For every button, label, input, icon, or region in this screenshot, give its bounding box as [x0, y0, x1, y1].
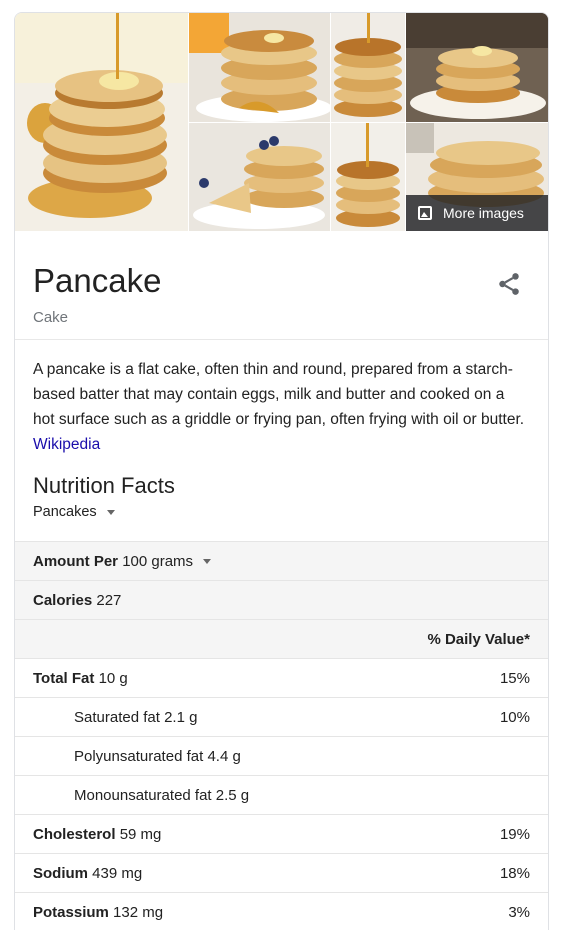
- nutrient-value: 59 mg: [119, 825, 162, 843]
- nutrient-label: Sodium: [33, 864, 88, 882]
- entity-header: Pancake Cake: [15, 231, 548, 340]
- nutrient-value: 2.1 g: [164, 708, 198, 726]
- nutrient-label: Saturated fat: [74, 708, 160, 726]
- pancake-image-5[interactable]: [189, 123, 330, 231]
- caret-down-icon: [203, 558, 212, 564]
- nutrient-label: Monounsaturated fat: [74, 786, 212, 804]
- nutrient-row-monounsaturated-fat: Monounsaturated fat 2.5 g: [15, 775, 548, 814]
- nutrient-value: 2.5 g: [215, 786, 250, 804]
- food-select-value: Pancakes: [33, 504, 97, 520]
- nutrient-daily-value: 10%: [499, 708, 530, 726]
- nutrition-title: Nutrition Facts: [33, 473, 175, 498]
- pancake-image-3[interactable]: [331, 13, 405, 122]
- nutrient-row-sodium: Sodium 439 mg 18%: [15, 853, 548, 892]
- description-text: A pancake is a flat cake, often thin and…: [33, 361, 525, 428]
- more-images-button[interactable]: More images: [406, 195, 548, 231]
- nutrient-value: 132 mg: [113, 903, 164, 921]
- amount-label: Amount Per: [33, 552, 119, 570]
- image-icon: [418, 206, 432, 220]
- nutrient-label: Potassium: [33, 903, 109, 921]
- daily-value-header: % Daily Value*: [427, 630, 530, 648]
- nutrition-table: Amount Per 100 grams Calories 227 % Dail…: [15, 541, 548, 930]
- share-icon[interactable]: [496, 271, 522, 297]
- nutrient-daily-value: 19%: [499, 825, 530, 843]
- nutrient-label: Polyunsaturated fat: [74, 747, 204, 765]
- image-collage: More images: [15, 13, 548, 231]
- food-select-dropdown[interactable]: Pancakes: [33, 503, 115, 521]
- nutrient-value: 4.4 g: [207, 747, 241, 765]
- wikipedia-link[interactable]: Wikipedia: [33, 436, 100, 453]
- calories-label: Calories: [33, 591, 93, 609]
- entity-description: A pancake is a flat cake, often thin and…: [15, 340, 548, 453]
- nutrient-value: 10 g: [98, 669, 128, 687]
- entity-title: Pancake: [33, 262, 162, 299]
- calories-value: 227: [96, 591, 122, 609]
- nutrient-row-polyunsaturated-fat: Polyunsaturated fat 4.4 g: [15, 736, 548, 775]
- pancake-image-4[interactable]: [406, 13, 548, 122]
- entity-subtitle: Cake: [33, 309, 69, 326]
- more-images-label: More images: [443, 205, 524, 221]
- nutrient-daily-value: 18%: [499, 864, 530, 882]
- nutrient-label: Total Fat: [33, 669, 95, 687]
- amount-select-dropdown[interactable]: Amount Per 100 grams: [33, 552, 212, 570]
- calories-row: Calories 227: [15, 580, 548, 619]
- nutrient-row-potassium: Potassium 132 mg 3%: [15, 892, 548, 930]
- nutrient-daily-value: 3%: [508, 903, 530, 921]
- nutrient-value: 439 mg: [92, 864, 143, 882]
- nutrient-daily-value: 15%: [499, 669, 530, 687]
- daily-value-header-row: % Daily Value*: [15, 619, 548, 658]
- nutrient-label: Cholesterol: [33, 825, 116, 843]
- amount-row: Amount Per 100 grams: [15, 541, 548, 580]
- pancake-image-1[interactable]: [15, 13, 188, 231]
- nutrient-row-total-fat: Total Fat 10 g 15%: [15, 658, 548, 697]
- nutrient-row-cholesterol: Cholesterol 59 mg 19%: [15, 814, 548, 853]
- knowledge-panel: More images Pancake Cake A pancake is a …: [14, 12, 549, 930]
- caret-down-icon: [106, 509, 115, 515]
- pancake-image-6[interactable]: [331, 123, 405, 231]
- nutrient-row-saturated-fat: Saturated fat 2.1 g 10%: [15, 697, 548, 736]
- pancake-image-2[interactable]: [189, 13, 330, 122]
- amount-value: 100 grams: [122, 552, 194, 570]
